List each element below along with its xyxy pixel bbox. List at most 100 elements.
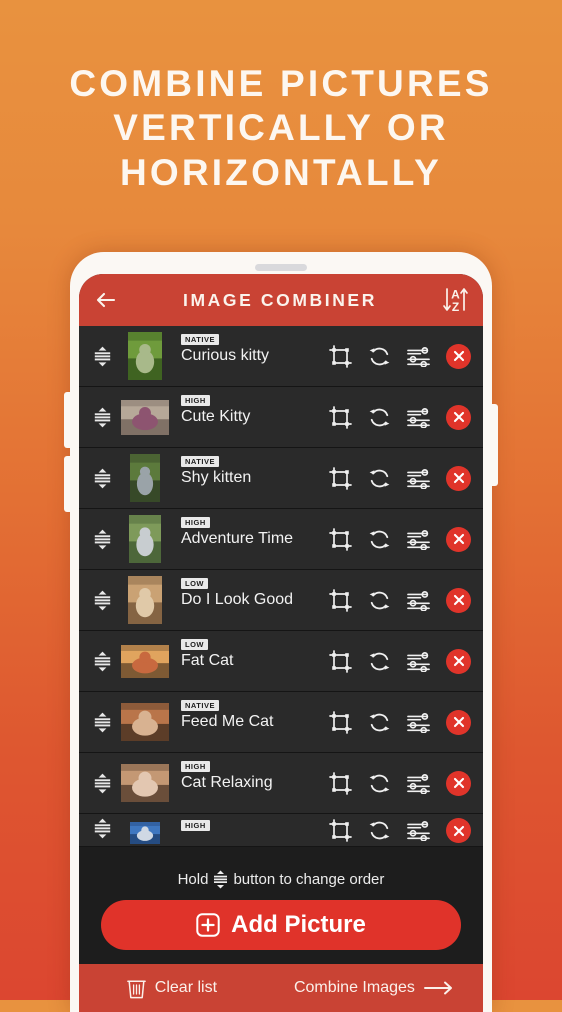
table-row[interactable]: HIGH (79, 814, 483, 847)
close-x-icon[interactable] (446, 343, 471, 369)
adjust-sliders-icon[interactable] (407, 528, 430, 551)
adjust-sliders-icon[interactable] (407, 711, 430, 734)
power-button[interactable] (490, 404, 498, 486)
thumbnail-image[interactable] (121, 393, 169, 441)
crop-icon[interactable] (329, 527, 352, 551)
rotate-icon[interactable] (368, 345, 391, 368)
drag-handle-icon[interactable] (87, 773, 117, 794)
adjust-sliders-icon[interactable] (407, 819, 430, 842)
combine-images-button[interactable]: Combine Images (265, 979, 483, 997)
image-list[interactable]: NATIVE Curious kitty HIGH Cute Kitty NATIVE S… (79, 326, 483, 861)
thumbnail-image[interactable] (121, 698, 169, 746)
volume-up-button[interactable] (64, 392, 72, 448)
svg-text:Z: Z (452, 300, 459, 314)
sort-alpha-icon[interactable]: A Z (441, 285, 469, 315)
adjust-sliders-icon[interactable] (407, 345, 430, 368)
arrow-left-icon[interactable] (93, 287, 119, 313)
thumbnail-image[interactable] (121, 759, 169, 807)
drag-handle-icon[interactable] (87, 346, 117, 367)
table-row[interactable]: NATIVE Shy kitten (79, 448, 483, 509)
thumbnail-image[interactable] (121, 576, 169, 624)
promo-line-2: VERTICALLY OR (113, 107, 449, 149)
close-x-icon[interactable] (446, 770, 471, 796)
clear-list-button[interactable]: Clear list (79, 977, 265, 999)
adjust-sliders-icon[interactable] (407, 589, 430, 612)
rotate-icon[interactable] (368, 819, 391, 842)
table-row[interactable]: NATIVE Curious kitty (79, 326, 483, 387)
table-row[interactable]: LOW Do I Look Good (79, 570, 483, 631)
drag-handle-icon[interactable] (87, 712, 117, 733)
quality-badge: NATIVE (181, 456, 219, 467)
drag-handle-icon[interactable] (87, 407, 117, 428)
phone-earpiece-speaker (255, 264, 307, 271)
promo-headline: COMBINE PICTURES VERTICALLY OR HORIZONTA… (0, 62, 562, 195)
close-x-icon[interactable] (446, 526, 471, 552)
row-labels: HIGH (181, 818, 329, 846)
adjust-sliders-icon[interactable] (407, 406, 430, 429)
quality-badge: HIGH (181, 820, 210, 831)
crop-icon[interactable] (329, 466, 352, 490)
close-x-icon[interactable] (446, 818, 471, 843)
close-x-icon[interactable] (446, 709, 471, 735)
row-actions (329, 404, 475, 430)
rotate-icon[interactable] (368, 528, 391, 551)
close-x-icon[interactable] (446, 465, 471, 491)
add-picture-button[interactable]: Add Picture (101, 900, 461, 950)
drag-handle-icon[interactable] (87, 818, 117, 839)
rotate-icon[interactable] (368, 650, 391, 673)
crop-icon[interactable] (329, 588, 352, 612)
rotate-icon[interactable] (368, 711, 391, 734)
table-row[interactable]: HIGH Cute Kitty (79, 387, 483, 448)
thumbnail-image[interactable] (121, 515, 169, 563)
crop-icon[interactable] (329, 710, 352, 734)
crop-icon[interactable] (329, 819, 352, 842)
close-x-icon[interactable] (446, 587, 471, 613)
phone-mockup: IMAGE COMBINER A Z NATIVE Curious kitty HI… (64, 252, 498, 1012)
thumbnail-image[interactable] (121, 332, 169, 380)
adjust-sliders-icon[interactable] (407, 650, 430, 673)
quality-badge: HIGH (181, 761, 210, 772)
rotate-icon[interactable] (368, 772, 391, 795)
rotate-icon[interactable] (368, 406, 391, 429)
crop-icon[interactable] (329, 771, 352, 795)
promo-line-1: COMBINE PICTURES (69, 63, 493, 104)
drag-handle-icon[interactable] (87, 529, 117, 550)
image-title: Cat Relaxing (181, 774, 273, 791)
image-title: Shy kitten (181, 469, 252, 486)
table-row[interactable]: NATIVE Feed Me Cat (79, 692, 483, 753)
table-row[interactable]: LOW Fat Cat (79, 631, 483, 692)
thumbnail-image[interactable] (121, 818, 169, 846)
plus-square-icon (196, 913, 220, 937)
table-row[interactable]: HIGH Adventure Time (79, 509, 483, 570)
thumbnail-image[interactable] (121, 637, 169, 685)
promo-line-3: HORIZONTALLY (119, 151, 443, 193)
thumbnail-image[interactable] (121, 454, 169, 502)
image-title: Adventure Time (181, 530, 294, 547)
table-row[interactable]: HIGH Cat Relaxing (79, 753, 483, 814)
adjust-sliders-icon[interactable] (407, 772, 430, 795)
row-labels: HIGH Cute Kitty (181, 393, 329, 441)
row-actions (329, 343, 475, 369)
app-bar: IMAGE COMBINER A Z (79, 274, 483, 326)
drag-handle-icon[interactable] (87, 468, 117, 489)
drag-handle-icon[interactable] (87, 651, 117, 672)
add-picture-container: Add Picture (79, 896, 483, 964)
bottom-bar: Clear list Combine Images (79, 964, 483, 1012)
crop-icon[interactable] (329, 649, 352, 673)
row-labels: LOW Do I Look Good (181, 576, 329, 624)
row-labels: HIGH Adventure Time (181, 515, 329, 563)
rotate-icon[interactable] (368, 467, 391, 490)
volume-down-button[interactable] (64, 456, 72, 512)
drag-handle-icon[interactable] (87, 590, 117, 611)
row-labels: LOW Fat Cat (181, 637, 329, 685)
image-title: Do I Look Good (181, 591, 294, 608)
row-labels: HIGH Cat Relaxing (181, 759, 329, 807)
close-x-icon[interactable] (446, 648, 471, 674)
close-x-icon[interactable] (446, 404, 471, 430)
crop-icon[interactable] (329, 344, 352, 368)
rotate-icon[interactable] (368, 589, 391, 612)
adjust-sliders-icon[interactable] (407, 467, 430, 490)
crop-icon[interactable] (329, 405, 352, 429)
row-labels: NATIVE Feed Me Cat (181, 698, 329, 746)
row-labels: NATIVE Curious kitty (181, 332, 329, 380)
